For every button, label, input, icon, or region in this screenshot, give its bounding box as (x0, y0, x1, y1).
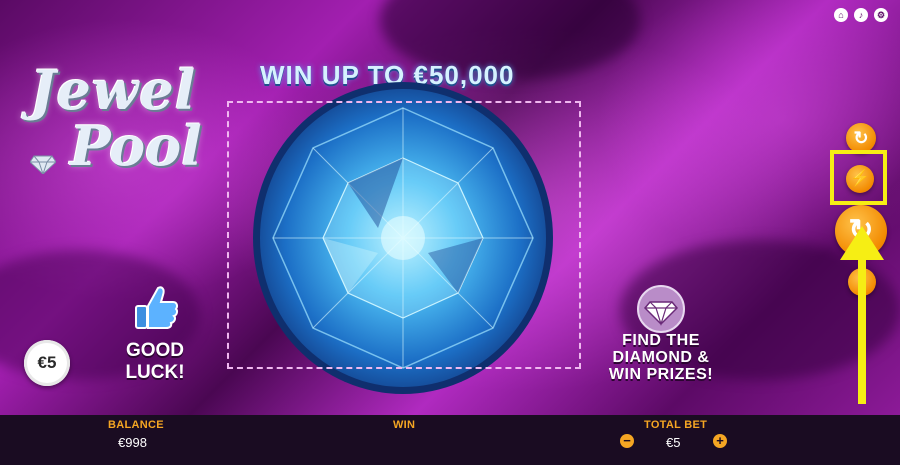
decrease-bet-button[interactable]: − (620, 434, 634, 448)
sound-icon[interactable]: ♪ (854, 8, 868, 22)
logo-diamond-icon (30, 155, 56, 174)
logo-line-1: Jewel (30, 58, 197, 122)
game-logo: Jewel Pool (30, 62, 220, 174)
win-label: WIN (393, 419, 416, 431)
home-icon[interactable]: ⌂ (834, 8, 848, 22)
good-luck-line-2: LUCK! (125, 362, 185, 383)
total-bet-label: TOTAL BET (644, 419, 708, 431)
scratch-frame (227, 101, 581, 369)
bottom-bar: BALANCE €998 WIN TOTAL BET − €5 + (0, 415, 900, 465)
pointer-arrow-icon (840, 226, 884, 404)
good-luck-text: GOOD LUCK! (110, 340, 200, 384)
turbo-highlight-box (830, 150, 887, 205)
balance-label: BALANCE (108, 419, 164, 431)
find-diamond-instruction: FIND THE DIAMOND & WIN PRIZES! (596, 332, 726, 383)
diamond-icon (637, 285, 685, 333)
top-icons: ⌂ ♪ ⚙ (834, 8, 888, 22)
settings-icon[interactable]: ⚙ (874, 8, 888, 22)
ticket-price-chip: €5 (24, 340, 70, 386)
find-line-1: FIND THE (622, 332, 700, 349)
thumbs-up-icon (135, 286, 179, 329)
find-line-3: WIN PRIZES! (608, 366, 714, 383)
autoplay-button[interactable]: ↻ (846, 123, 876, 153)
game-stage: ⌂ ♪ ⚙ Jewel Pool WIN UP TO €50,000 GOOD … (0, 0, 900, 415)
total-bet-value: €5 (666, 435, 681, 450)
balance-value: €998 (118, 435, 147, 450)
increase-bet-button[interactable]: + (713, 434, 727, 448)
good-luck-line-1: GOOD (125, 340, 185, 361)
find-line-2: DIAMOND & (612, 349, 710, 366)
logo-line-2: Pool (70, 114, 202, 178)
